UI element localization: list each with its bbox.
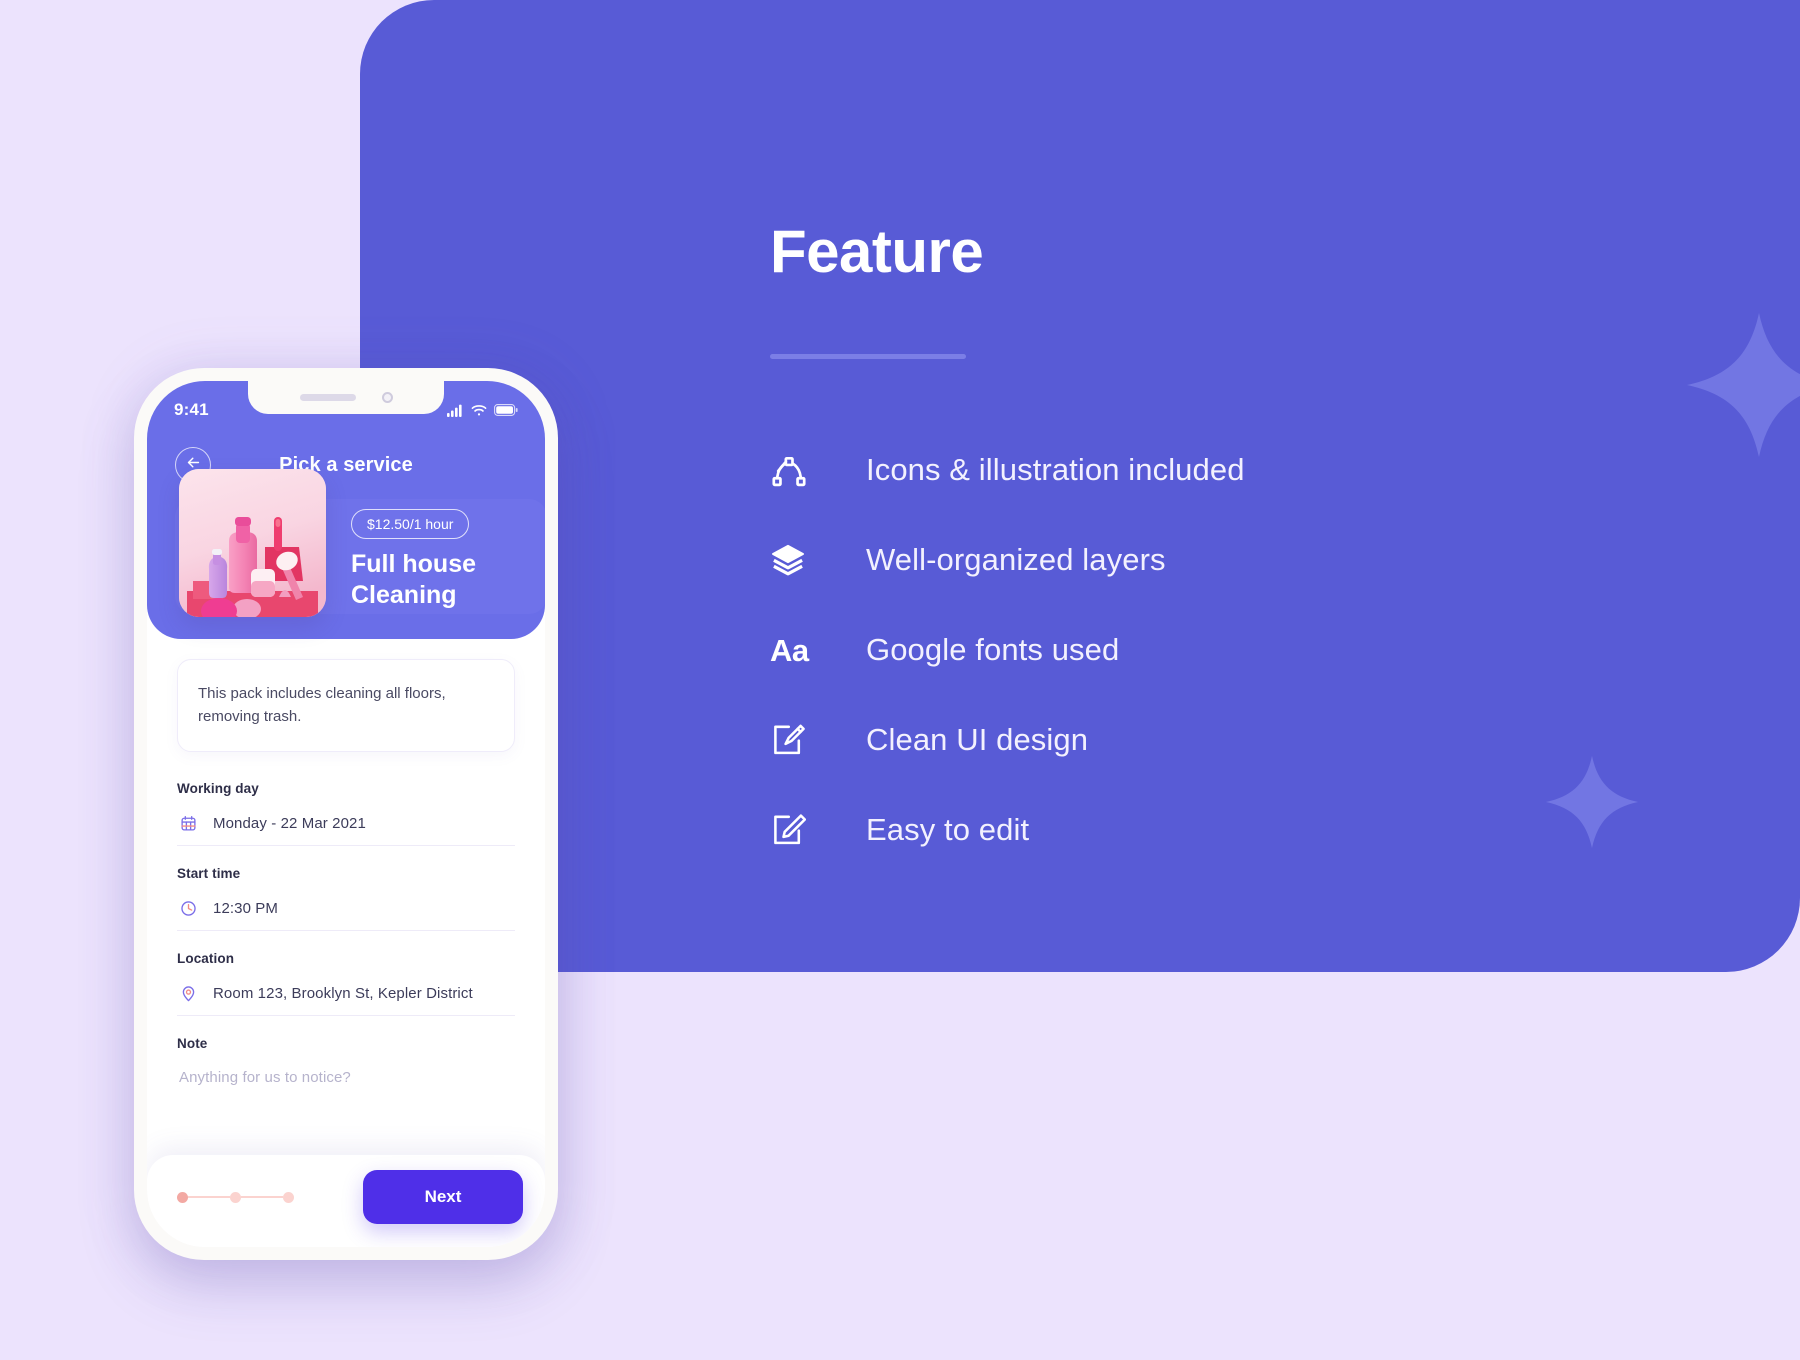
pencil-edit-icon: [770, 806, 824, 854]
feature-item-easy-to-edit: Easy to edit: [770, 785, 1670, 875]
field-location-row[interactable]: Room 123, Brooklyn St, Kepler District: [177, 966, 515, 1016]
service-name: Full house Cleaning: [351, 549, 541, 610]
bottom-action-bar: Next: [147, 1155, 545, 1247]
step-connector: [241, 1196, 283, 1198]
front-camera: [381, 392, 393, 403]
step-dot[interactable]: [230, 1191, 241, 1203]
next-button[interactable]: Next: [363, 1170, 523, 1224]
phone-mockup: 9:41 Pick a service $12.50/1 hour Full h…: [134, 368, 558, 1260]
field-label: Start time: [177, 866, 241, 881]
brush-edit-icon: [770, 716, 824, 764]
price-badge: $12.50/1 hour: [351, 509, 470, 539]
field-start-time-row[interactable]: 12:30 PM: [177, 881, 515, 931]
phone-notch: [248, 381, 444, 414]
feature-item-well-organized-layers: Well-organized layers: [770, 515, 1670, 605]
calendar-icon: [179, 814, 197, 832]
wifi-icon: [471, 404, 487, 417]
feature-item-icons-illustration: Icons & illustration included: [770, 425, 1670, 515]
feature-item-label: Easy to edit: [866, 812, 1030, 847]
step-indicator: [177, 1191, 294, 1203]
field-value: Room 123, Brooklyn St, Kepler District: [213, 984, 473, 1002]
step-dot-active[interactable]: [177, 1191, 188, 1203]
booking-form: Working day Monday - 22 Mar 2021 Start t…: [177, 761, 515, 1099]
field-start-time: Start time 12:30 PM: [177, 846, 515, 931]
service-description-text: This pack includes cleaning all floors, …: [198, 685, 446, 726]
battery-icon: [494, 404, 518, 416]
step-connector: [188, 1196, 230, 1198]
field-note: Note Anything for us to notice?: [177, 1016, 515, 1099]
phone-screen: 9:41 Pick a service $12.50/1 hour Full h…: [147, 381, 545, 1247]
cellular-signal-icon: [447, 404, 464, 417]
field-location: Location Room 123, Brooklyn St, Kepler D…: [177, 931, 515, 1016]
feature-item-label: Well-organized layers: [866, 542, 1166, 577]
status-time: 9:41: [174, 400, 209, 419]
service-name-line1: Full house: [351, 550, 476, 578]
pen-tool-icon: [770, 446, 824, 494]
step-dot[interactable]: [283, 1191, 294, 1203]
feature-panel: Feature Icons & illustration included We…: [360, 0, 1800, 972]
title-underline-rule: [770, 354, 966, 359]
service-name-line2: Cleaning: [351, 580, 457, 609]
clock-icon: [179, 899, 197, 917]
sparkle-decor-right: [1684, 310, 1800, 460]
feature-item-google-fonts: Aa Google fonts used: [770, 605, 1670, 695]
feature-list: Icons & illustration included Well-organ…: [770, 425, 1670, 875]
typography-icon-label: Aa: [770, 632, 809, 668]
note-input-placeholder[interactable]: Anything for us to notice?: [179, 1069, 351, 1086]
field-note-row[interactable]: Anything for us to notice?: [177, 1051, 515, 1099]
feature-item-label: Google fonts used: [866, 632, 1120, 667]
field-working-day: Working day Monday - 22 Mar 2021: [177, 761, 515, 846]
map-pin-icon: [179, 984, 197, 1002]
field-label: Location: [177, 951, 235, 966]
status-icons: [447, 404, 518, 417]
page-title: Feature: [770, 218, 984, 285]
typography-icon: Aa: [770, 626, 824, 674]
feature-item-label: Clean UI design: [866, 722, 1089, 757]
layers-icon: [770, 536, 824, 584]
earpiece-speaker: [299, 394, 356, 401]
field-working-day-row[interactable]: Monday - 22 Mar 2021: [177, 796, 515, 846]
feature-item-clean-ui-design: Clean UI design: [770, 695, 1670, 785]
feature-item-label: Icons & illustration included: [866, 452, 1245, 487]
service-thumbnail: [179, 469, 326, 617]
cleaning-products-photo: [179, 469, 326, 617]
field-value: 12:30 PM: [213, 899, 279, 917]
field-label: Working day: [177, 781, 259, 796]
field-value: Monday - 22 Mar 2021: [213, 814, 366, 832]
field-label: Note: [177, 1036, 208, 1051]
service-description-box: This pack includes cleaning all floors, …: [177, 659, 515, 752]
